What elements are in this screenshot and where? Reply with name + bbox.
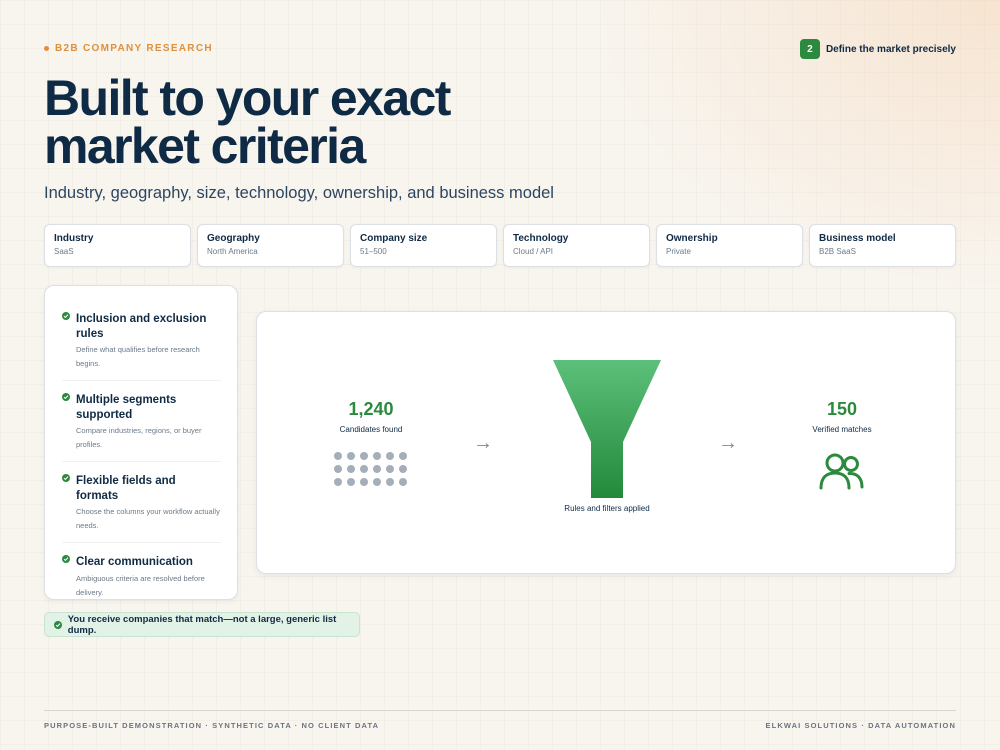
criterion-label: Ownership — [666, 233, 718, 244]
candidate-dot — [334, 465, 342, 473]
candidate-dot — [347, 452, 355, 460]
candidate-dot — [373, 465, 381, 473]
candidate-dot — [373, 452, 381, 460]
criterion-card-ownership: Ownership Private — [656, 224, 803, 267]
criterion-label: Geography — [207, 233, 260, 244]
candidate-dot — [373, 478, 381, 486]
criterion-label: Industry — [54, 233, 94, 244]
callout-text: You receive companies that match—not a l… — [67, 613, 337, 636]
criterion-card-business-model: Business model B2B SaaS — [809, 224, 956, 267]
candidate-dot — [386, 452, 394, 460]
criterion-card-industry: Industry SaaS — [44, 224, 191, 267]
verified-label: Verified matches — [812, 425, 872, 434]
candidate-dots-grid — [334, 452, 407, 486]
eyebrow: B2B COMPANY RESEARCH — [44, 43, 213, 54]
check-circle-icon — [62, 393, 70, 401]
step-indicator: 2 Define the market precisely — [799, 39, 956, 59]
criteria-row: Industry SaaS Geography North America Co… — [44, 224, 956, 267]
step-number-badge: 2 — [799, 39, 820, 59]
arrow-right-icon: → — [718, 432, 738, 454]
criterion-card-geography: Geography North America — [197, 224, 344, 267]
footer-brand: ELKWAI SOLUTIONS · DATA AUTOMATION — [765, 721, 956, 730]
candidate-dot — [360, 452, 368, 460]
feature-description: Define what qualifies before research be… — [76, 345, 200, 368]
feature-title: Flexible fields and formats — [76, 475, 176, 502]
criterion-value: SaaS — [54, 247, 74, 256]
candidate-dot — [399, 465, 407, 473]
step-label: Define the market precisely — [825, 43, 956, 55]
candidate-dot — [386, 465, 394, 473]
feature-item-flexible-fields: Flexible fields and formats Choose the c… — [62, 462, 221, 543]
criterion-label: Company size — [360, 233, 428, 244]
page-title: Built to your exact market criteria — [44, 73, 604, 171]
candidate-dot — [386, 478, 394, 486]
outcome-callout: You receive companies that match—not a l… — [44, 612, 360, 637]
candidates-count: 1,240 — [348, 399, 394, 419]
candidate-dot — [347, 465, 355, 473]
candidate-dot — [334, 452, 342, 460]
criterion-card-technology: Technology Cloud / API — [503, 224, 650, 267]
page-subtitle: Industry, geography, size, technology, o… — [44, 184, 554, 202]
footer-divider — [44, 710, 956, 711]
candidate-dot — [399, 478, 407, 486]
verified-stat: 150 Verified matches — [797, 399, 887, 434]
feature-description: Choose the columns your workflow actuall… — [76, 507, 220, 530]
criterion-value: Private — [666, 247, 691, 256]
candidate-dot — [334, 478, 342, 486]
feature-description: Ambiguous criteria are resolved before d… — [76, 573, 205, 597]
check-circle-icon — [54, 620, 62, 629]
footer-disclaimer: PURPOSE-BUILT DEMONSTRATION · SYNTHETIC … — [44, 721, 380, 730]
criterion-label: Business model — [819, 233, 896, 244]
criterion-value: B2B SaaS — [819, 247, 856, 256]
criterion-value: North America — [207, 247, 258, 256]
candidate-dot — [360, 465, 368, 473]
eyebrow-label: B2B COMPANY RESEARCH — [55, 43, 213, 54]
criterion-card-company-size: Company size 51–500 — [350, 224, 497, 267]
criterion-value: 51–500 — [360, 247, 387, 256]
feature-title: Clear communication — [76, 556, 193, 568]
funnel-caption: Rules and filters applied — [564, 504, 650, 513]
dot-icon — [44, 46, 49, 51]
criterion-label: Technology — [513, 233, 569, 244]
feature-item-multiple-segments: Multiple segments supported Compare indu… — [62, 381, 221, 462]
page-title-line-2: market criteria — [44, 118, 366, 174]
feature-item-clear-communication: Clear communication Ambiguous criteria a… — [62, 543, 221, 609]
funnel-icon — [553, 360, 661, 498]
criterion-value: Cloud / API — [513, 247, 554, 256]
candidate-dot — [360, 478, 368, 486]
features-panel: Inclusion and exclusion rules Define wha… — [44, 285, 238, 600]
people-icon — [819, 453, 864, 490]
verified-count: 150 — [826, 399, 858, 419]
candidate-dot — [347, 478, 355, 486]
check-circle-icon — [62, 555, 70, 563]
feature-title: Inclusion and exclusion rules — [76, 313, 207, 340]
arrow-right-icon: → — [473, 432, 493, 454]
feature-title: Multiple segments supported — [76, 394, 177, 421]
candidates-label: Candidates found — [339, 425, 403, 434]
candidate-dot — [399, 452, 407, 460]
feature-item-inclusion-rules: Inclusion and exclusion rules Define wha… — [62, 300, 221, 381]
candidates-stat: 1,240 Candidates found — [327, 399, 415, 434]
feature-description: Compare industries, regions, or buyer pr… — [76, 426, 202, 449]
check-circle-icon — [62, 474, 70, 482]
check-circle-icon — [62, 312, 70, 320]
funnel-diagram-card: 1,240 Candidates found → Rules and filte… — [256, 311, 956, 574]
